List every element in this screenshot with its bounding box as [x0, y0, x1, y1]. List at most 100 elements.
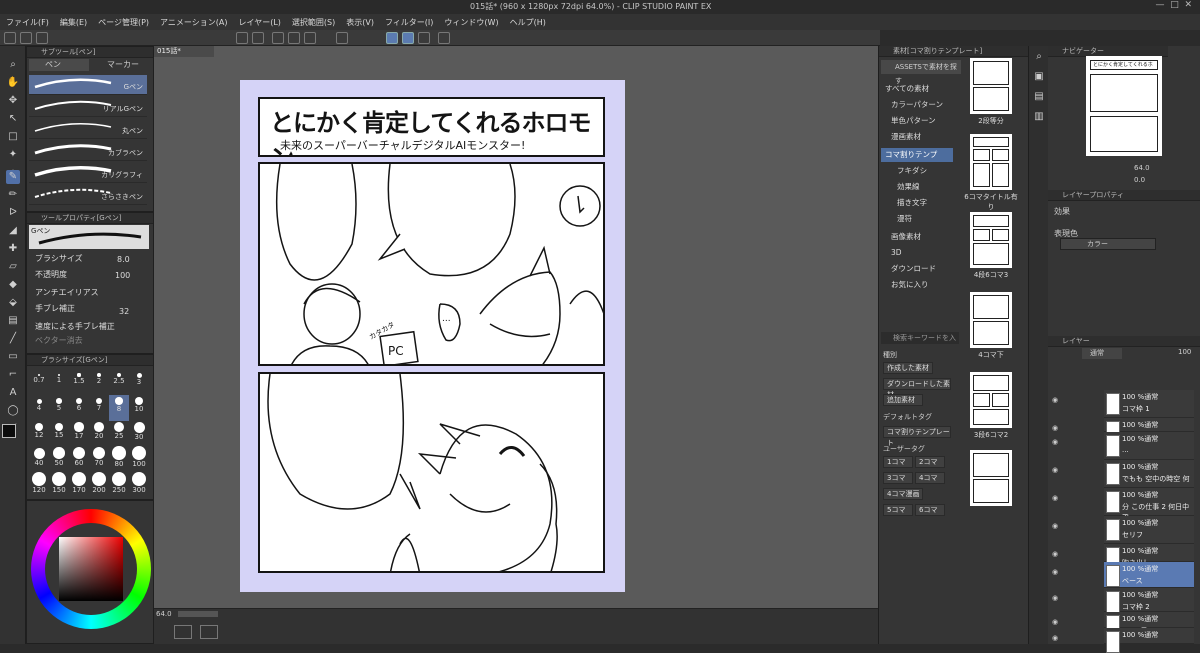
template-thumb[interactable] [961, 450, 1021, 506]
hue-ring[interactable] [31, 509, 151, 629]
layer-row[interactable]: 100 %通常1コマ目 [1104, 418, 1194, 443]
stab-value[interactable]: 32 [119, 307, 129, 316]
opacity-value[interactable]: 100 [115, 271, 130, 280]
color-sample-icon[interactable] [438, 32, 450, 44]
brush-size-cell[interactable]: 5 [49, 395, 69, 421]
menu-filter[interactable]: フィルター(I) [379, 14, 438, 28]
tag-4koma-manga[interactable]: 4コマ漫画 [883, 488, 923, 500]
cat-downloaded[interactable]: ダウンロードした素材 [883, 378, 951, 399]
info-icon[interactable]: ▥ [1032, 110, 1046, 124]
brush-size-cell[interactable]: 250 [109, 472, 129, 499]
visibility-eye-icon[interactable]: ◉ [1052, 522, 1058, 530]
size-value[interactable]: 8.0 [117, 255, 130, 264]
clear-icon[interactable] [272, 32, 284, 44]
airbrush-tool-icon[interactable]: ◢ [6, 224, 20, 238]
tree-download[interactable]: ダウンロード [891, 262, 936, 276]
tag-6koma[interactable]: 6コマ [915, 504, 945, 516]
brush-size-cell[interactable]: 2 [89, 369, 109, 395]
transform-icon[interactable] [288, 32, 300, 44]
tree-all[interactable]: すべての素材 [885, 82, 929, 96]
saturation-square[interactable] [59, 537, 123, 601]
visibility-eye-icon[interactable]: ◉ [1052, 618, 1058, 626]
blend-tool-icon[interactable]: ◆ [6, 278, 20, 292]
brush-size-cell[interactable]: 12 [29, 421, 49, 447]
brush-size-cell[interactable]: 200 [89, 472, 109, 499]
brush-size-cell[interactable]: 60 [69, 446, 89, 473]
ruler-tool-icon[interactable]: ⌐ [6, 368, 20, 382]
zoom-readout[interactable]: 64.0 [156, 610, 172, 618]
menu-window[interactable]: ウィンドウ(W) [438, 14, 503, 28]
expression-color-select[interactable]: カラー [1060, 238, 1156, 250]
tree-colorpattern[interactable]: カラーパターン [891, 98, 943, 112]
layer-row[interactable]: 100 %通常吹き出し [1104, 544, 1194, 569]
brush-size-cell[interactable]: 17 [69, 421, 89, 447]
brush-size-cell[interactable]: 70 [89, 446, 109, 473]
visibility-eye-icon[interactable]: ◉ [1052, 438, 1058, 446]
brush-size-cell[interactable]: 1 [49, 369, 69, 395]
eraser-tool-icon[interactable]: ▱ [6, 260, 20, 274]
visibility-eye-icon[interactable]: ◉ [1052, 568, 1058, 576]
template-thumb[interactable]: 4段6コマ3 [961, 212, 1021, 280]
blend-mode-select[interactable]: 通常 [1082, 348, 1122, 359]
snap-special-icon[interactable] [402, 32, 414, 44]
deselect-icon[interactable] [304, 32, 316, 44]
tag-2koma[interactable]: 2コマ [915, 456, 945, 468]
layer-opacity[interactable]: 100 [1178, 348, 1191, 356]
manga-page[interactable]: とにかく肯定してくれるホロモン 未来のスーパーバーチャルデジタルAIモンスター!… [240, 80, 625, 592]
brush-size-cell[interactable]: 120 [29, 472, 49, 499]
brush-size-cell[interactable]: 10 [129, 395, 149, 421]
new-icon[interactable] [4, 32, 16, 44]
snap-icon[interactable] [336, 32, 348, 44]
brush-size-cell[interactable]: 25 [109, 421, 129, 447]
brush-size-cell[interactable]: 80 [109, 446, 129, 473]
marquee-tool-icon[interactable]: □ [6, 130, 20, 144]
tree-balloon[interactable]: フキダシ [897, 164, 927, 178]
brush-size-cell[interactable]: 300 [129, 472, 149, 499]
template-thumb[interactable]: 3段6コマ2 [961, 372, 1021, 440]
redo-icon[interactable] [252, 32, 264, 44]
document-tab[interactable]: 015話* [154, 46, 214, 57]
select-tool-icon[interactable]: ↖ [6, 112, 20, 126]
tree-image[interactable]: 画像素材 [891, 230, 921, 244]
tree-frame-template[interactable]: コマ割りテンプ [881, 148, 953, 162]
visibility-eye-icon[interactable]: ◉ [1052, 424, 1058, 432]
tag-3koma[interactable]: 3コマ [883, 472, 913, 484]
visibility-eye-icon[interactable]: ◉ [1052, 494, 1058, 502]
frame-tool-icon[interactable]: ▭ [6, 350, 20, 364]
brush-kabura[interactable]: カブラペン [29, 141, 147, 161]
frame-border-icon[interactable] [174, 625, 192, 639]
nav-zoom[interactable]: 64.0 [1134, 164, 1150, 172]
pen-tool-icon[interactable]: ✎ [6, 170, 20, 184]
layer-row[interactable]: 100 %通常... [1104, 432, 1194, 460]
brush-size-cell[interactable]: 15 [49, 421, 69, 447]
tag-1koma[interactable]: 1コマ [883, 456, 913, 468]
brush-gpen[interactable]: Gペン [29, 75, 147, 95]
menu-page[interactable]: ページ管理(P) [92, 14, 154, 28]
cat-added[interactable]: 追加素材 [883, 394, 923, 406]
template-thumb[interactable]: 4コマ下 [961, 292, 1021, 360]
auto-select-icon[interactable]: ✦ [6, 148, 20, 162]
undo-icon[interactable] [236, 32, 248, 44]
snap-grid-icon[interactable] [418, 32, 430, 44]
tag-frame-template[interactable]: コマ割りテンプレート [883, 426, 951, 447]
subtool-tab-pen[interactable]: ペン [29, 59, 89, 71]
gradient-tool-icon[interactable]: ▤ [6, 314, 20, 328]
layer-row[interactable]: 100 %通常2コマ目 [1104, 612, 1194, 637]
template-thumb[interactable]: 6コマタイトル有り [961, 134, 1021, 212]
tree-favorites[interactable]: お気に入り [891, 278, 929, 292]
text-tool-icon[interactable]: A [6, 386, 20, 400]
navigator-preview[interactable]: とにかく肯定してくれるホロモン [1086, 56, 1162, 156]
frame-inner-icon[interactable] [200, 625, 218, 639]
brush-size-cell[interactable]: 30 [129, 421, 149, 447]
tag-4koma[interactable]: 4コマ [915, 472, 945, 484]
zoom-tool-icon[interactable]: ⌕ [6, 58, 20, 72]
tree-manpu[interactable]: 漫符 [897, 212, 912, 226]
brush-size-cell[interactable]: 8 [109, 395, 129, 421]
subview-icon[interactable]: ▤ [1032, 90, 1046, 104]
tree-3d[interactable]: 3D [891, 246, 902, 260]
layer-row[interactable]: 100 %通常分 この仕事 2 何日中で [1104, 488, 1194, 521]
hand-tool-icon[interactable]: ✋ [6, 76, 20, 90]
visibility-eye-icon[interactable]: ◉ [1052, 466, 1058, 474]
visibility-eye-icon[interactable]: ◉ [1052, 594, 1058, 602]
layer-row[interactable]: 100 %通常 コマ枠 2 [1104, 588, 1194, 613]
